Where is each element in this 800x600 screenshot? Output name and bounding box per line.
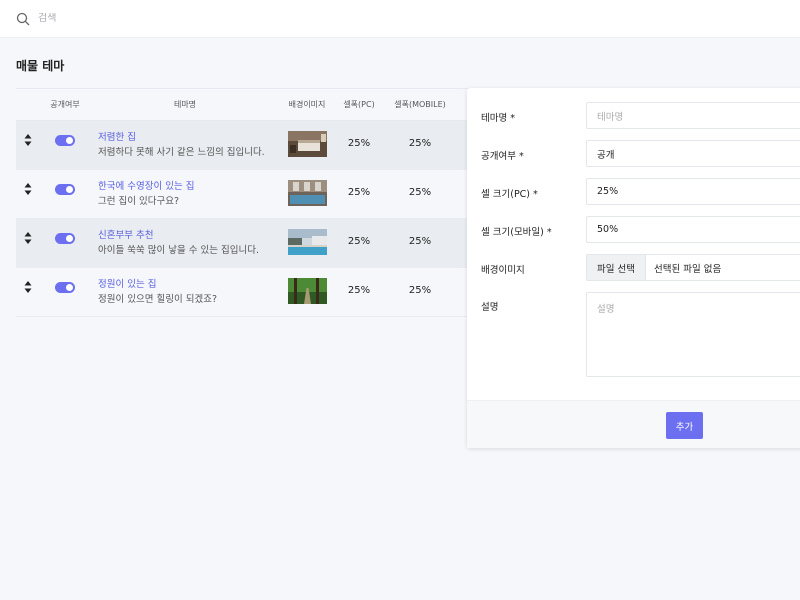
table-row[interactable]: 신혼부부 추천 아이들 쑥쑥 많이 낳을 수 있는 집입니다. 25% 25%: [16, 219, 476, 268]
search-icon[interactable]: [16, 12, 30, 26]
public-cell: [40, 268, 90, 297]
name-cell: 한국에 수영장이 있는 집 그런 집이 있다구요?: [90, 170, 280, 209]
pc-size-label: 셀 크기(PC) *: [481, 189, 538, 200]
drag-handle-icon[interactable]: [24, 134, 32, 146]
theme-description: 아이들 쑥쑥 많이 낳을 수 있는 집입니다.: [98, 245, 259, 256]
public-select[interactable]: 공개: [586, 140, 800, 167]
pc-width-value: 25%: [347, 236, 371, 247]
image-cell: [280, 170, 334, 210]
pc-width-value: 25%: [347, 187, 371, 198]
page-title: 매물 테마: [16, 59, 65, 73]
mobile-width-value: 25%: [408, 285, 432, 296]
indoor-pool-thumbnail: [287, 180, 327, 206]
public-cell: [40, 121, 90, 150]
drag-cell: [16, 121, 40, 150]
public-toggle[interactable]: [55, 135, 75, 146]
outdoor-pool-thumbnail: [287, 229, 327, 255]
theme-title-link[interactable]: 한국에 수영장이 있는 집: [98, 180, 280, 194]
table-header: 공개여부 테마명 배경이미지 셀폭(PC) 셀폭(MOBILE): [16, 88, 476, 121]
mobile-cell: 25%: [384, 268, 456, 298]
pc-size-input[interactable]: 25%: [586, 178, 800, 205]
pc-row: 셀 크기(PC) *: [481, 186, 586, 200]
public-cell: [40, 170, 90, 199]
name-cell: 저렴한 집 저렴하다 못해 사기 같은 느낌의 집입니다.: [90, 121, 280, 160]
hotel-room-thumbnail: [287, 131, 327, 157]
drag-handle-icon[interactable]: [24, 232, 32, 244]
mobile-size-input[interactable]: 50%: [586, 216, 800, 243]
drag-handle-icon[interactable]: [24, 183, 32, 195]
pc-cell: 25%: [334, 121, 384, 151]
theme-description: 정원이 있으면 힐링이 되겠죠?: [98, 294, 217, 305]
header-image: 배경이미지: [288, 100, 326, 109]
drag-handle-icon[interactable]: [24, 281, 32, 293]
name-row: 테마명 *: [481, 110, 586, 124]
name-cell: 정원이 있는 집 정원이 있으면 힐링이 되겠죠?: [90, 268, 280, 307]
theme-title-link[interactable]: 정원이 있는 집: [98, 278, 280, 292]
description-textarea[interactable]: 설명: [586, 292, 800, 377]
file-status-text: 선택된 파일 없음: [653, 263, 722, 275]
mobile-cell: 25%: [384, 170, 456, 200]
mobile-size-label: 셀 크기(모바일) *: [481, 227, 552, 238]
theme-form-panel: 테마명 * 테마명 공개여부 * 공개 셀 크기(PC) * 25% 셀 크기(…: [467, 88, 800, 448]
desc-label: 설명: [481, 302, 499, 313]
image-cell: [280, 219, 334, 259]
drag-cell: [16, 268, 40, 297]
file-select-button[interactable]: 파일 선택: [587, 255, 646, 280]
header-public: 공개여부: [50, 100, 80, 109]
mobile-cell: 25%: [384, 219, 456, 249]
search-input[interactable]: [38, 13, 338, 24]
drag-cell: [16, 170, 40, 199]
theme-description: 그런 집이 있다구요?: [98, 196, 180, 207]
file-input: 파일 선택 선택된 파일 없음: [586, 254, 800, 281]
public-toggle[interactable]: [55, 184, 75, 195]
image-cell: [280, 268, 334, 308]
mobile-width-value: 25%: [408, 138, 432, 149]
pc-width-value: 25%: [347, 138, 371, 149]
mobile-width-value: 25%: [408, 187, 432, 198]
pc-cell: 25%: [334, 170, 384, 200]
mobile-cell: 25%: [384, 121, 456, 151]
public-row: 공개여부 *: [481, 148, 586, 162]
image-row: 배경이미지: [481, 262, 586, 276]
pc-width-value: 25%: [347, 285, 371, 296]
mobile-row: 셀 크기(모바일) *: [481, 224, 586, 238]
header-pc: 셀폭(PC): [343, 100, 375, 109]
drag-cell: [16, 219, 40, 248]
theme-description: 저렴하다 못해 사기 같은 느낌의 집입니다.: [98, 147, 265, 158]
add-button[interactable]: 추가: [666, 412, 703, 439]
forest-path-thumbnail: [287, 278, 327, 304]
form-footer: 추가: [467, 400, 800, 448]
header-mobile: 셀폭(MOBILE): [394, 100, 446, 109]
table-row[interactable]: 저렴한 집 저렴하다 못해 사기 같은 느낌의 집입니다. 25% 25%: [16, 121, 476, 170]
image-label: 배경이미지: [481, 265, 525, 276]
theme-table: 공개여부 테마명 배경이미지 셀폭(PC) 셀폭(MOBILE) 저렴한 집 저…: [16, 88, 476, 317]
top-search-bar: [0, 0, 800, 38]
public-cell: [40, 219, 90, 248]
pc-cell: 25%: [334, 219, 384, 249]
image-cell: [280, 121, 334, 161]
public-toggle[interactable]: [55, 233, 75, 244]
theme-title-link[interactable]: 신혼부부 추천: [98, 229, 280, 243]
name-label: 테마명 *: [481, 113, 515, 124]
public-label: 공개여부 *: [481, 151, 524, 162]
table-row[interactable]: 정원이 있는 집 정원이 있으면 힐링이 되겠죠? 25% 25%: [16, 268, 476, 317]
desc-row: 설명: [481, 299, 586, 313]
theme-name-input[interactable]: 테마명: [586, 102, 800, 129]
table-row[interactable]: 한국에 수영장이 있는 집 그런 집이 있다구요? 25% 25%: [16, 170, 476, 219]
mobile-width-value: 25%: [408, 236, 432, 247]
pc-cell: 25%: [334, 268, 384, 298]
public-toggle[interactable]: [55, 282, 75, 293]
header-name: 테마명: [173, 100, 197, 109]
theme-title-link[interactable]: 저렴한 집: [98, 131, 280, 145]
name-cell: 신혼부부 추천 아이들 쑥쑥 많이 낳을 수 있는 집입니다.: [90, 219, 280, 258]
